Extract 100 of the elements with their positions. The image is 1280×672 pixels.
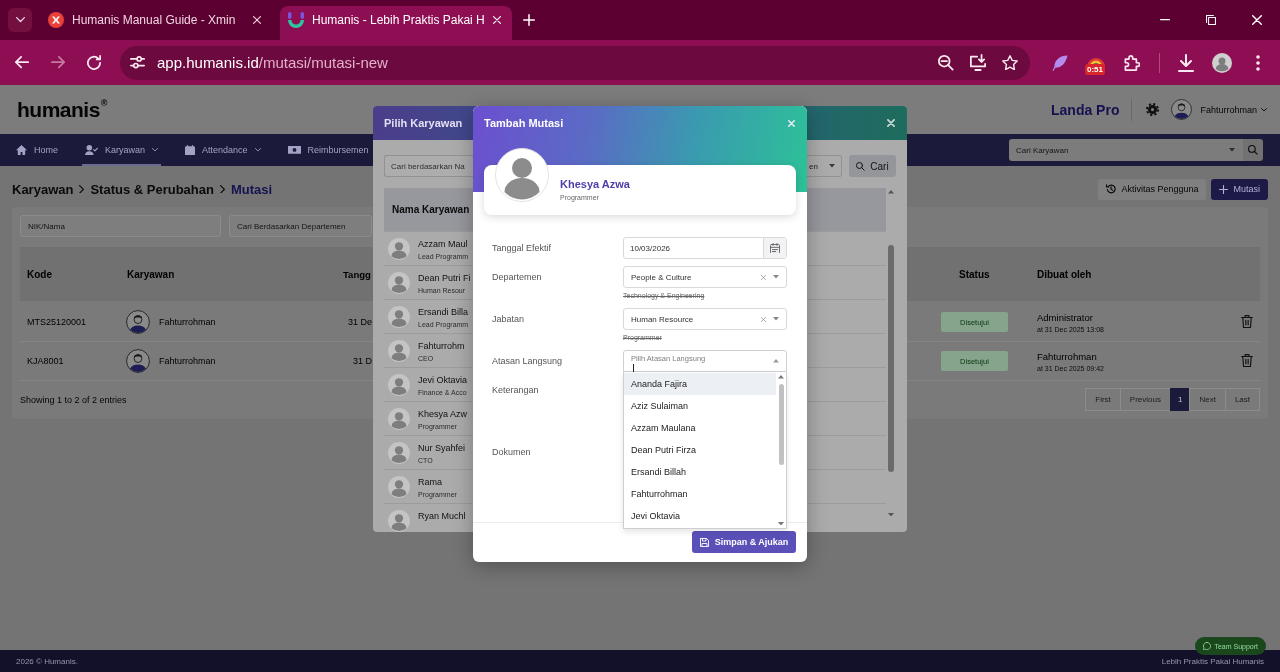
field-label: Departemen	[492, 271, 542, 284]
feather-icon[interactable]	[1052, 54, 1068, 71]
employee-name: Azzam Maul	[418, 239, 469, 249]
avatar-icon[interactable]	[1212, 52, 1232, 73]
column-header: Status	[958, 268, 991, 280]
dialog-title: Pilih Karyawan	[384, 117, 463, 129]
puzzle-icon[interactable]	[1124, 54, 1140, 71]
search-field[interactable]: Cari berdasarkan Na	[384, 155, 473, 177]
breadcrumb-item[interactable]: Karyawan	[12, 181, 74, 197]
field-label: Dokumen	[492, 446, 531, 459]
dropdown-option[interactable]: Fahturrohman	[624, 483, 776, 505]
save-icon	[699, 537, 709, 547]
forward-icon[interactable]	[51, 56, 65, 69]
reload-icon[interactable]	[87, 55, 101, 70]
select-field[interactable]: Human Resource	[623, 308, 787, 330]
download-icon[interactable]	[1178, 53, 1194, 72]
user-menu[interactable]: Fahturrohman	[1200, 104, 1267, 115]
app-logo: humanis$^{®}$	[17, 99, 107, 120]
search-icon	[1248, 145, 1258, 155]
chevron-down-icon	[1261, 107, 1267, 112]
plus-icon[interactable]	[523, 14, 535, 26]
nav-item[interactable]: Karyawan	[82, 134, 162, 166]
browser-tab[interactable]: Humanis Manual Guide - Xmin	[40, 6, 272, 40]
column-header: Karyawan	[126, 268, 176, 280]
employee-name: Fahturrohman	[159, 356, 216, 366]
restore-icon[interactable]	[1206, 15, 1216, 25]
settings-icon[interactable]	[1146, 103, 1160, 116]
scroll-up-icon[interactable]	[778, 375, 784, 379]
dropdown-option[interactable]: Ersandi Billah	[624, 461, 776, 483]
timer-badge: 0:51	[1085, 63, 1105, 75]
tab-search-button[interactable]	[8, 8, 32, 32]
employee-name: Jevi Oktavia	[418, 375, 468, 385]
date-field[interactable]: 10/03/2026	[623, 237, 787, 259]
tagline-text: Lebih Praktis Pakai Humanis	[1161, 656, 1264, 666]
avatar-icon	[388, 510, 410, 532]
scrollbar-thumb[interactable]	[888, 244, 894, 472]
calendar-icon	[185, 144, 196, 156]
search-button[interactable]: Cari	[849, 155, 896, 177]
company-name: Landa Pro	[1051, 101, 1120, 118]
caret-down-icon	[1229, 148, 1235, 152]
copyright-text: 2026 © Humanis.	[16, 656, 78, 666]
submit-button[interactable]: Simpan & Ajukan	[692, 531, 796, 553]
breadcrumb-item: Mutasi	[230, 181, 273, 197]
column-header: Tangg	[342, 268, 372, 280]
table-cell-text: 31 D	[352, 356, 372, 366]
table-cell-text: MTS25120001	[26, 317, 88, 327]
trash-icon[interactable]	[1241, 354, 1253, 368]
back-icon[interactable]	[15, 56, 29, 69]
employee-name: Ryan Muchl	[418, 511, 466, 521]
clear-icon[interactable]	[761, 316, 766, 322]
star-icon[interactable]	[1002, 54, 1018, 71]
avatar-icon	[388, 306, 410, 328]
scroll-down-icon[interactable]	[778, 521, 784, 525]
address-bar[interactable]: app.humanis.id/mutasi/mutasi-new	[120, 45, 1030, 80]
nav-item[interactable]: Home	[13, 134, 61, 166]
search-field[interactable]: Cari Karyawan	[1009, 139, 1243, 161]
banknote-icon	[287, 146, 301, 154]
employee-name: Rama	[418, 477, 443, 487]
search-button[interactable]	[1243, 139, 1263, 161]
employee-name: Fahturrohm	[418, 341, 465, 351]
caret-down-icon	[773, 275, 779, 279]
nav-item[interactable]: Reimbursemen	[284, 134, 372, 166]
add-button[interactable]: Mutasi	[1211, 178, 1268, 200]
zoom-out-icon[interactable]	[938, 54, 954, 71]
filter-field[interactable]: Cari Berdasarkan Departemen	[229, 215, 372, 237]
activity-button[interactable]: Aktivitas Pengguna	[1098, 178, 1207, 200]
avatar-icon	[388, 340, 410, 362]
breadcrumb-item[interactable]: Status & Perubahan	[90, 181, 214, 197]
table-info: Showing 1 to 2 of 2 entries	[20, 394, 127, 405]
filter-field[interactable]: NIK/Nama	[20, 215, 221, 237]
field-label: Tanggal Efektif	[492, 242, 552, 255]
scroll-down-icon[interactable]	[888, 512, 894, 516]
close-icon[interactable]	[253, 16, 261, 24]
url-text: app.humanis.id/mutasi/mutasi-new	[157, 54, 389, 71]
dropdown-option[interactable]: Dean Putri Firza	[624, 439, 776, 461]
calendar-button[interactable]	[763, 238, 786, 258]
chat-icon	[1203, 642, 1212, 650]
browser-tab[interactable]: Humanis - Lebih Praktis Pakai H	[280, 6, 512, 40]
scrollbar-thumb[interactable]	[778, 383, 784, 465]
history-icon	[1106, 184, 1117, 194]
clear-icon[interactable]	[761, 274, 766, 280]
menu-icon[interactable]	[1256, 54, 1260, 71]
search-icon	[856, 161, 866, 171]
dropdown-option[interactable]: Aziz Sulaiman	[624, 395, 776, 417]
site-settings-icon[interactable]	[130, 56, 145, 69]
minimize-icon[interactable]	[1160, 19, 1170, 21]
dropdown-option[interactable]: Jevi Oktavia	[624, 505, 776, 527]
scroll-up-icon[interactable]	[888, 190, 894, 194]
nav-item[interactable]: Attendance	[182, 134, 264, 166]
plus-icon	[1219, 184, 1229, 194]
dropdown-option[interactable]: Azzam Maulana	[624, 417, 776, 439]
chevron-right-icon	[79, 184, 85, 194]
avatar-icon	[388, 272, 410, 294]
dropdown-option[interactable]: Ananda Fajira	[624, 373, 776, 395]
trash-icon[interactable]	[1241, 315, 1253, 329]
caret-up-icon	[773, 359, 779, 363]
employee-name: Khesya Azwa	[560, 178, 630, 191]
avatar-icon	[388, 476, 410, 498]
install-app-icon[interactable]	[970, 54, 986, 71]
select-field[interactable]: People & Culture	[623, 266, 787, 288]
